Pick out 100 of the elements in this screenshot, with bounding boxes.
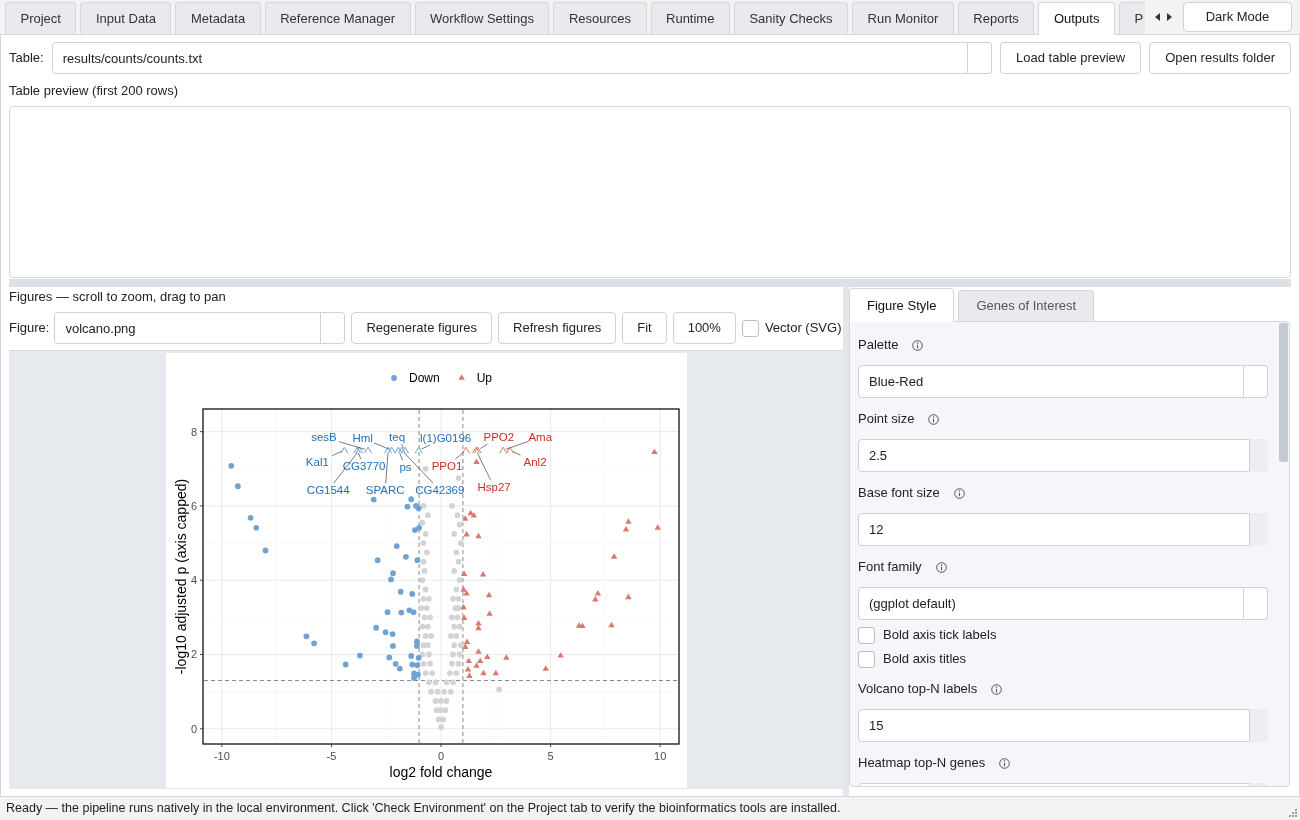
data-point bbox=[452, 548, 459, 555]
tab[interactable]: Sanity Checks bbox=[733, 2, 849, 34]
checkbox-label: Vector (SVG) bbox=[764, 319, 842, 338]
dropdown-button[interactable] bbox=[1244, 365, 1268, 398]
tab[interactable]: Run Monitor bbox=[852, 2, 954, 34]
leader-line bbox=[476, 452, 491, 481]
hint-text: Figures — scroll to zoom, drag to pan bbox=[9, 289, 226, 304]
checkbox[interactable] bbox=[741, 319, 759, 337]
checkbox[interactable] bbox=[858, 626, 875, 644]
tab[interactable]: P bbox=[1118, 2, 1145, 34]
axis-title: log2 fold change bbox=[389, 763, 492, 780]
data-point bbox=[455, 474, 461, 481]
leader-line bbox=[400, 443, 404, 448]
table-path-field[interactable]: results/counts/counts.txt bbox=[51, 42, 968, 74]
number-field[interactable]: 15 bbox=[858, 709, 1250, 742]
action-button[interactable]: Fit bbox=[622, 312, 667, 344]
figure-field[interactable]: volcano.png bbox=[54, 312, 322, 344]
leader-line bbox=[479, 443, 488, 449]
dropdown-field[interactable]: Blue-Red bbox=[858, 365, 1244, 398]
number-field[interactable]: 2.5 bbox=[858, 439, 1250, 472]
spin-buttons[interactable] bbox=[1250, 439, 1268, 472]
resize-grip-icon[interactable] bbox=[1288, 808, 1297, 817]
tab[interactable]: Figure Style bbox=[849, 288, 955, 322]
field-label: Table: bbox=[9, 49, 44, 68]
action-button[interactable]: Load table preview bbox=[1000, 42, 1142, 74]
tab[interactable]: Input Data bbox=[80, 2, 172, 34]
legend-label: Up bbox=[476, 370, 492, 385]
info-icon[interactable] bbox=[912, 339, 924, 351]
tick-label: 10 bbox=[653, 749, 666, 762]
tab[interactable]: Project bbox=[5, 2, 77, 34]
data-point bbox=[247, 514, 253, 521]
action-button[interactable]: 100% bbox=[672, 312, 736, 344]
spin-buttons[interactable] bbox=[1250, 709, 1268, 742]
tick-label: 6 bbox=[190, 499, 197, 512]
checkbox-label: Bold axis titles bbox=[883, 650, 967, 669]
dropdown-field[interactable]: (ggplot default) bbox=[858, 587, 1244, 620]
tick-label: -5 bbox=[326, 749, 336, 762]
gene-label: PPO2 bbox=[482, 430, 514, 443]
leader-line bbox=[454, 451, 464, 460]
data-point bbox=[342, 661, 349, 667]
tick-label: 8 bbox=[190, 425, 197, 438]
info-icon[interactable] bbox=[991, 683, 1003, 695]
spin-buttons[interactable] bbox=[1250, 513, 1268, 546]
info-icon[interactable] bbox=[928, 413, 940, 425]
data-point bbox=[252, 524, 259, 531]
action-button[interactable]: Refresh figures bbox=[498, 312, 617, 344]
data-point bbox=[479, 570, 486, 576]
data-point bbox=[502, 653, 510, 660]
info-icon[interactable] bbox=[953, 487, 965, 499]
checkbox[interactable] bbox=[858, 650, 875, 668]
scroll-right-icon[interactable] bbox=[1166, 13, 1172, 21]
scroll-left-icon[interactable] bbox=[1154, 13, 1160, 21]
tick-label: 2 bbox=[190, 648, 197, 660]
splitter-handle[interactable] bbox=[9, 279, 1291, 287]
data-point bbox=[420, 539, 426, 546]
data-point bbox=[393, 542, 400, 549]
data-point bbox=[450, 567, 457, 574]
data-point bbox=[402, 553, 409, 560]
dropdown-button[interactable] bbox=[1244, 587, 1268, 620]
action-button[interactable]: Regenerate figures bbox=[351, 312, 493, 344]
data-point bbox=[492, 669, 499, 675]
number-field[interactable]: 12 bbox=[858, 513, 1250, 546]
info-icon[interactable] bbox=[935, 561, 947, 573]
action-button[interactable]: Open results folder bbox=[1149, 42, 1291, 74]
info-icon[interactable] bbox=[999, 757, 1011, 769]
data-point bbox=[374, 556, 381, 563]
data-point bbox=[389, 642, 396, 649]
dark-mode-button[interactable]: Dark Mode bbox=[1183, 2, 1292, 32]
legend-label: Down bbox=[408, 370, 440, 385]
data-point bbox=[339, 446, 348, 454]
data-point bbox=[421, 567, 427, 574]
data-point bbox=[624, 593, 632, 599]
gene-label: l(1)G0196 bbox=[419, 431, 471, 444]
splitter-handle[interactable] bbox=[843, 287, 849, 796]
tab[interactable]: Resources bbox=[553, 2, 647, 34]
data-point bbox=[485, 609, 493, 616]
gene-label: teq bbox=[388, 430, 405, 443]
tab[interactable]: Workflow Settings bbox=[414, 2, 550, 34]
tab[interactable]: Genes of Interest bbox=[958, 290, 1095, 321]
data-point bbox=[414, 446, 423, 454]
gene-label: Ama bbox=[527, 430, 552, 443]
scrollbar-thumb[interactable] bbox=[1279, 323, 1288, 462]
gene-label: Hml bbox=[351, 431, 373, 444]
gene-label: ps bbox=[398, 460, 412, 473]
tab[interactable]: Reference Manager bbox=[264, 2, 411, 34]
tab[interactable]: Reports bbox=[957, 2, 1035, 34]
data-point bbox=[422, 586, 429, 592]
data-point bbox=[610, 552, 617, 559]
dropdown-button[interactable] bbox=[321, 312, 346, 344]
data-point bbox=[450, 530, 457, 537]
field-label: Point size bbox=[858, 410, 915, 429]
tab[interactable]: Outputs bbox=[1038, 2, 1115, 35]
data-point bbox=[423, 548, 430, 555]
field-label: Palette bbox=[858, 336, 899, 355]
data-point bbox=[650, 447, 658, 454]
tab[interactable]: Metadata bbox=[175, 2, 261, 34]
data-point bbox=[472, 457, 480, 464]
dropdown-button[interactable] bbox=[968, 42, 992, 74]
tab[interactable]: Runtime bbox=[650, 2, 730, 34]
data-point bbox=[408, 590, 415, 597]
